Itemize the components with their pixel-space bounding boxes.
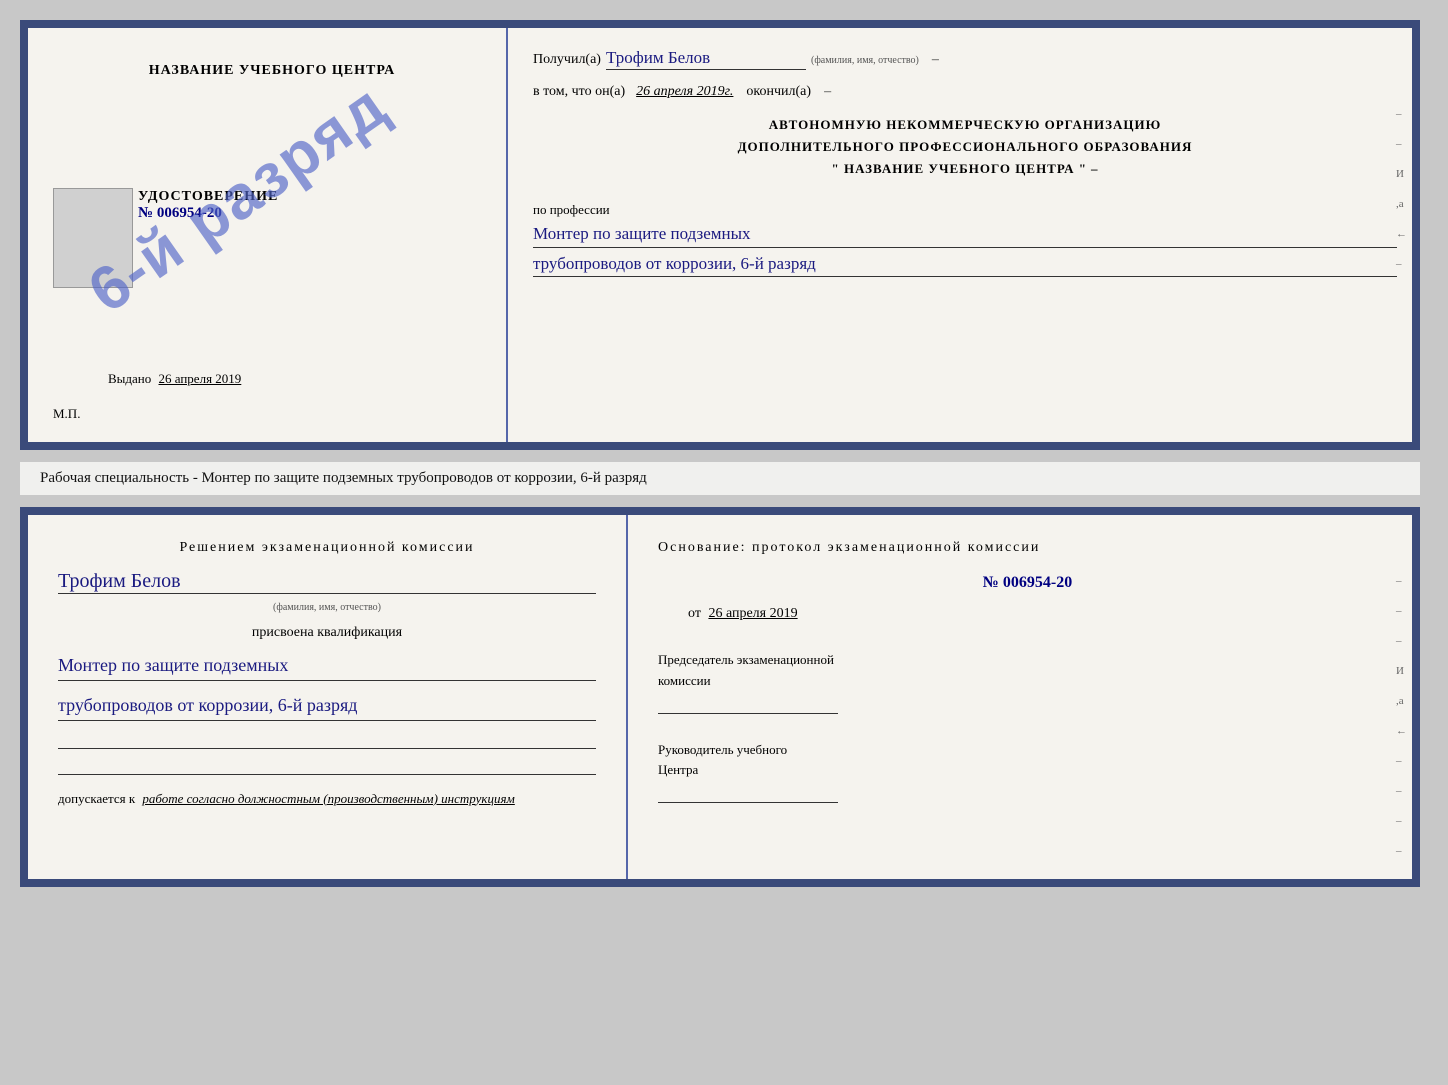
vtom-label: в том, что он(а) — [533, 84, 625, 100]
specialty-text: Рабочая специальность - Монтер по защите… — [40, 470, 647, 486]
dopuskaetsya-label: допускается к — [58, 791, 135, 806]
dash3: – — [1091, 158, 1099, 180]
cr-date-prefix: от — [688, 606, 701, 621]
cert-left: Решением экзаменационной комиссии Трофим… — [28, 515, 628, 879]
cr-date-value: 26 апреля 2019 — [708, 606, 797, 621]
cr-predsedatel-block: Председатель экзаменационной комиссии — [658, 650, 1397, 714]
org-line2: ДОПОЛНИТЕЛЬНОГО ПРОФЕССИОНАЛЬНОГО ОБРАЗО… — [533, 136, 1397, 158]
predsedatel-line1: Председатель экзаменационной — [658, 650, 1397, 671]
vydano-date: 26 апреля 2019 — [159, 371, 242, 386]
name-subtext: (фамилия, имя, отчество) — [811, 55, 919, 66]
org-block: АВТОНОМНУЮ НЕКОММЕРЧЕСКУЮ ОРГАНИЗАЦИЮ ДО… — [533, 114, 1397, 180]
cr-rukovoditel-block: Руководитель учебного Центра — [658, 740, 1397, 804]
cert-container: Решением экзаменационной комиссии Трофим… — [20, 507, 1420, 887]
dopuskaetsya-text: работе согласно должностным (производств… — [142, 791, 514, 806]
prisvoena-label: присвоена квалификация — [58, 625, 596, 641]
rukovoditel-line1: Руководитель учебного — [658, 740, 1397, 761]
qualification-line2: трубопроводов от коррозии, 6-й разряд — [533, 251, 1397, 278]
stamp-text: 6-й разряд — [76, 69, 401, 326]
cert-qualification-line1: Монтер по защите подземных — [58, 651, 596, 681]
completion-date: 26 апреля 2019г. — [636, 84, 733, 100]
poluchil-label: Получил(а) — [533, 52, 601, 68]
org-line1: АВТОНОМНУЮ НЕКОММЕРЧЕСКУЮ ОРГАНИЗАЦИЮ — [533, 114, 1397, 136]
diploma-container: НАЗВАНИЕ УЧЕБНОГО ЦЕНТРА 6-й разряд УДОС… — [20, 20, 1420, 450]
professi-block: по профессии Монтер по защите подземных … — [533, 202, 1397, 277]
cr-title: Основание: протокол экзаменационной коми… — [658, 540, 1397, 556]
predsedatel-line2: комиссии — [658, 671, 1397, 692]
dopuskaetsya-block: допускается к работе согласно должностны… — [58, 791, 596, 807]
cert-right: Основание: протокол экзаменационной коми… — [628, 515, 1412, 879]
cert-qualification-line2: трубопроводов от коррозии, 6-й разряд — [58, 691, 596, 721]
cert-left-title: Решением экзаменационной комиссии — [58, 540, 596, 556]
vydano-line: Выдано 26 апреля 2019 — [108, 371, 241, 387]
diploma-left: НАЗВАНИЕ УЧЕБНОГО ЦЕНТРА 6-й разряд УДОС… — [28, 28, 508, 442]
cr-number: № 006954-20 — [658, 574, 1397, 592]
po-professii-label: по профессии — [533, 202, 610, 217]
rukovoditel-signature-line — [658, 785, 838, 803]
recipient-name: Трофим Белов — [606, 48, 806, 70]
blank-line-2 — [58, 761, 596, 775]
dash1: – — [932, 52, 939, 68]
cert-name-subtext: (фамилия, имя, отчество) — [58, 602, 596, 613]
right-edge-decor: – – И ,а ← – — [1396, 108, 1407, 270]
org-line3: " НАЗВАНИЕ УЧЕБНОГО ЦЕНТРА " — [832, 158, 1087, 180]
vtom-line: в том, что он(а) 26 апреля 2019г. окончи… — [533, 84, 1397, 100]
mp-line: М.П. — [53, 406, 80, 422]
vydano-label: Выдано — [108, 371, 151, 386]
diploma-right: Получил(а) Трофим Белов (фамилия, имя, о… — [508, 28, 1412, 442]
rukovoditel-line2: Центра — [658, 760, 1397, 781]
specialty-line: Рабочая специальность - Монтер по защите… — [20, 462, 1420, 495]
cr-date: от 26 апреля 2019 — [658, 606, 1397, 622]
cert-right-edge-decor: – – – И ,а ← – – – – — [1396, 575, 1407, 857]
dash2: – — [824, 84, 831, 100]
predsedatel-signature-line — [658, 696, 838, 714]
qualification-line1: Монтер по защите подземных — [533, 221, 1397, 248]
poluchil-line: Получил(а) Трофим Белов (фамилия, имя, о… — [533, 48, 1397, 70]
cert-recipient-name: Трофим Белов — [58, 570, 596, 594]
blank-line-1 — [58, 735, 596, 749]
okonchil-label: окончил(а) — [746, 84, 811, 100]
blank-lines — [58, 735, 596, 775]
page-wrapper: НАЗВАНИЕ УЧЕБНОГО ЦЕНТРА 6-й разряд УДОС… — [20, 20, 1428, 887]
